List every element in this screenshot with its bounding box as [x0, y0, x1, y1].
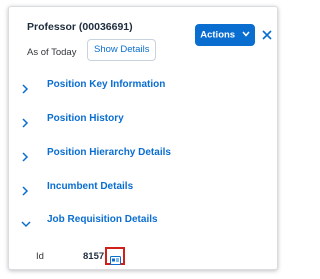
chevron-right-icon: [21, 115, 29, 128]
show-details-button[interactable]: Show Details: [87, 39, 157, 61]
requisition-id-label: Id: [36, 251, 44, 262]
section-job-requisition-details[interactable]: Job Requisition Details: [21, 212, 261, 230]
page-title: Professor (00036691): [27, 21, 133, 33]
close-icon[interactable]: [260, 27, 274, 43]
requisition-id-value: 8157: [83, 251, 105, 262]
chevron-down-icon: [242, 24, 250, 46]
requisition-id-highlight: [105, 247, 125, 265]
position-details-panel: Professor (00036691) As of Today Show De…: [8, 6, 278, 270]
id-card-icon[interactable]: [110, 252, 121, 265]
chevron-down-icon: [21, 216, 31, 228]
actions-button[interactable]: Actions: [195, 24, 255, 46]
as-of-date-label: As of Today: [27, 47, 77, 58]
actions-button-label: Actions: [200, 29, 236, 41]
chevron-right-icon: [21, 183, 29, 196]
section-incumbent-details[interactable]: Incumbent Details: [21, 179, 261, 197]
section-label: Position Hierarchy Details: [47, 147, 171, 158]
section-label: Incumbent Details: [47, 181, 134, 192]
chevron-right-icon: [21, 149, 29, 162]
section-label: Position Key Information: [47, 79, 166, 90]
section-position-history[interactable]: Position History: [21, 111, 261, 129]
section-label: Job Requisition Details: [47, 214, 158, 225]
section-position-key-information[interactable]: Position Key Information: [21, 77, 261, 95]
chevron-right-icon: [21, 81, 29, 94]
section-position-hierarchy-details[interactable]: Position Hierarchy Details: [21, 145, 261, 163]
section-label: Position History: [47, 113, 124, 124]
